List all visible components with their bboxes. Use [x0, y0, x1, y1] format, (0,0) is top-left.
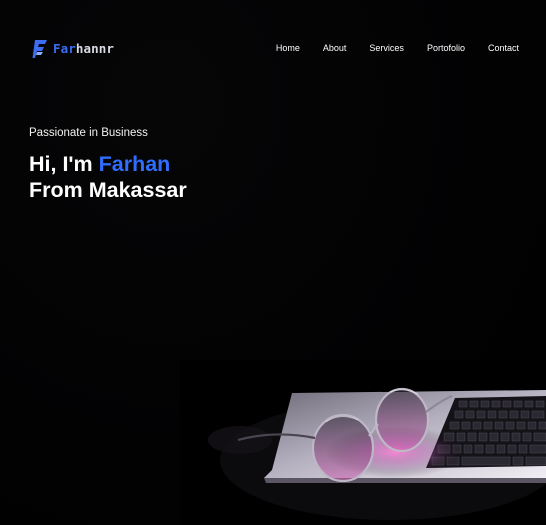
- nav-link-home[interactable]: Home: [276, 43, 300, 54]
- hero-name: Farhan: [98, 152, 171, 176]
- laptop-and-glasses-photo: [180, 360, 546, 525]
- f-monogram-icon: [32, 38, 50, 60]
- nav-link-portofolio[interactable]: Portofolio: [427, 43, 465, 54]
- hero-tagline: Passionate in Business: [29, 127, 148, 139]
- logo-wordmark-rest: hannr: [75, 40, 115, 56]
- hero-greeting: Hi, I'm: [29, 152, 99, 176]
- main-nav: Home About Services Portofolio Contact: [276, 43, 519, 54]
- logo-wordmark-accent: Far: [53, 40, 76, 56]
- nav-link-contact[interactable]: Contact: [488, 43, 519, 54]
- hero-location: From Makassar: [29, 178, 187, 202]
- page: Farhannr Home About Services Portofolio …: [0, 0, 546, 525]
- hero-title: Hi, I'm Farhan From Makassar: [29, 151, 187, 203]
- nav-link-services[interactable]: Services: [369, 43, 404, 54]
- logo[interactable]: Farhannr: [32, 38, 114, 60]
- nav-link-about[interactable]: About: [323, 43, 347, 54]
- logo-wordmark: Farhannr: [53, 40, 115, 56]
